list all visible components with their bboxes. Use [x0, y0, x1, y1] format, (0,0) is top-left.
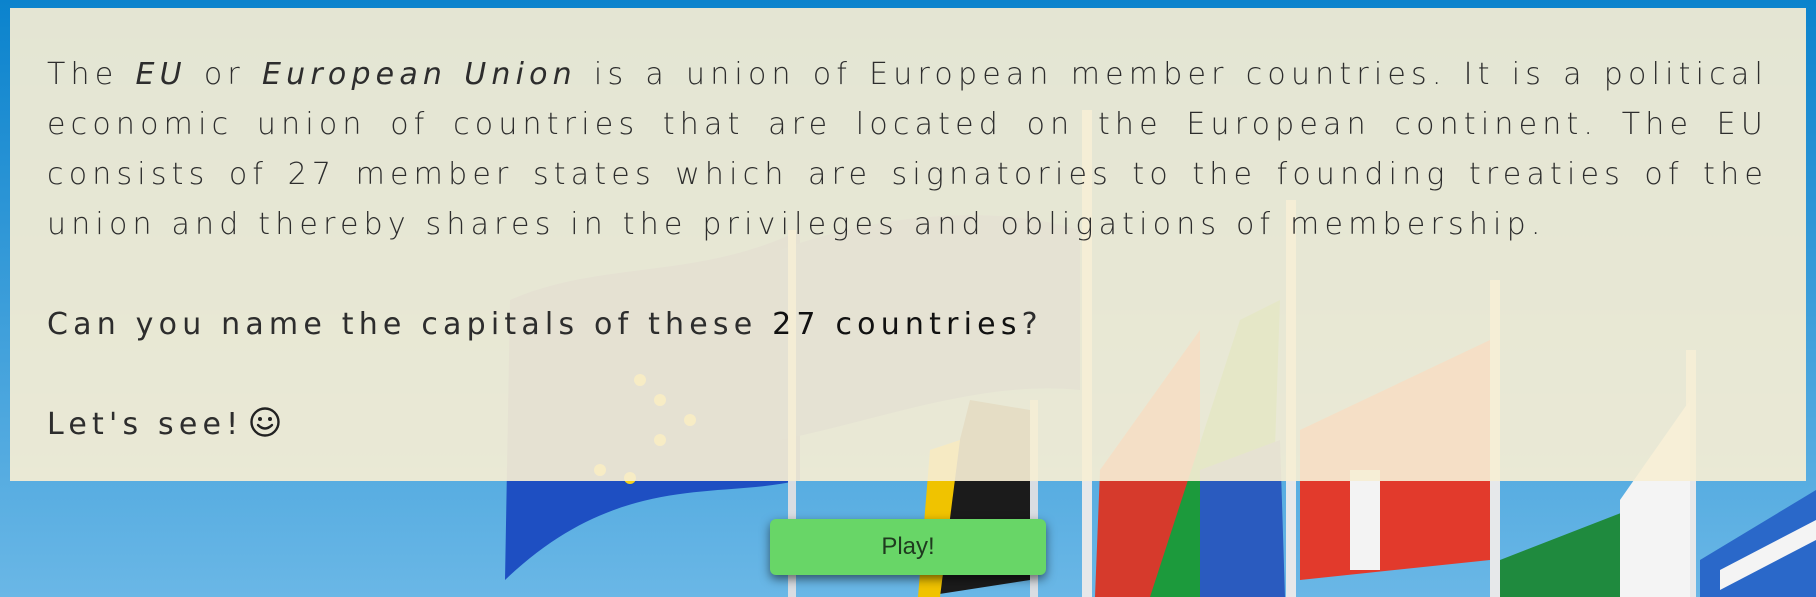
smiling-face-icon — [249, 404, 281, 454]
country-count-highlight: 27 countries — [772, 307, 1022, 342]
question-text: Can you name the capitals of these — [47, 307, 773, 342]
intro-panel: The EU or European Union is a union of E… — [10, 8, 1806, 481]
intro-paragraph: The EU or European Union is a union of E… — [47, 50, 1768, 250]
intro-european-union-term: European Union — [261, 57, 577, 92]
intro-eu-term: EU — [135, 57, 187, 92]
intro-text-part: The — [47, 57, 136, 92]
lets-see-text: Let's see! — [47, 407, 244, 442]
play-button[interactable]: Play! — [770, 519, 1046, 575]
intro-text-part: or — [186, 57, 262, 92]
capitals-question: Can you name the capitals of these 27 co… — [47, 300, 1768, 350]
lets-see-line: Let's see! — [47, 400, 1768, 454]
question-mark: ? — [1021, 307, 1043, 342]
